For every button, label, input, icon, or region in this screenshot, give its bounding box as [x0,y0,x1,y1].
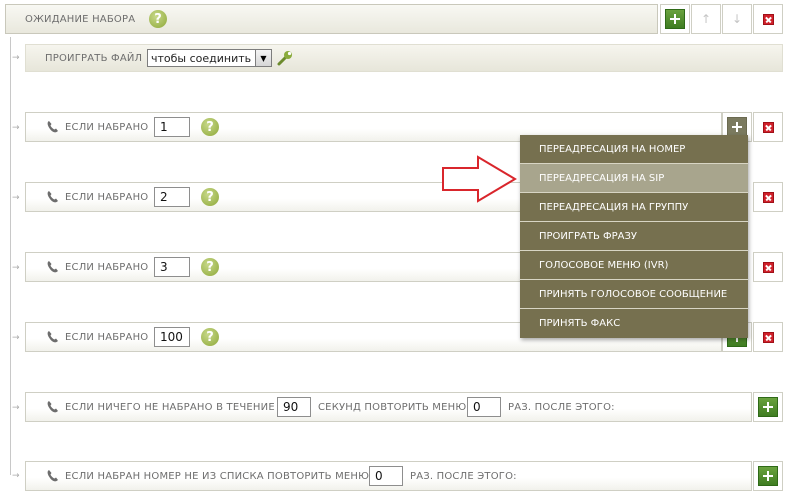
help-icon[interactable]: ? [201,258,219,276]
phone-icon [47,191,58,203]
delete-button[interactable] [753,322,783,352]
digit-input[interactable]: 100 [154,327,190,347]
timeout-row: ЕСЛИ НИЧЕГО НЕ НАБРАНО В ТЕЧЕНИЕ 90 СЕКУ… [25,392,752,422]
phone-icon [47,261,58,273]
arrow-down-icon: ↓ [731,12,743,26]
delete-button[interactable] [753,112,783,142]
timeout-seconds-input[interactable]: 90 [277,397,311,417]
connector-arrow: → [12,471,20,481]
delete-icon [762,121,774,133]
menu-item-forward-sip[interactable]: ПЕРЕАДРЕСАЦИЯ НА SIP [520,164,748,193]
move-down-button[interactable]: ↓ [722,4,752,34]
delete-button[interactable] [753,252,783,282]
help-icon[interactable]: ? [201,328,219,346]
phone-icon [47,401,58,413]
plus-icon [758,466,778,486]
arrow-up-icon: ↑ [700,12,712,26]
connector-arrow: → [12,123,20,133]
plus-icon [665,9,685,29]
connector-arrow: → [12,193,20,203]
menu-item-forward-number[interactable]: ПЕРЕАДРЕСАЦИЯ НА НОМЕР [520,135,748,164]
menu-item-voicemail[interactable]: ПРИНЯТЬ ГОЛОСОВОЕ СООБЩЕНИЕ [520,280,748,309]
help-icon[interactable]: ? [201,188,219,206]
plus-icon [758,397,778,417]
phone-icon [47,470,58,482]
header-title: ОЖИДАНИЕ НАБОРА [25,13,136,25]
connector-arrow: → [12,263,20,273]
play-file-selected: чтобы соединить [151,51,252,65]
delete-button[interactable] [753,182,783,212]
help-icon[interactable]: ? [201,118,219,136]
move-up-button[interactable]: ↑ [691,4,721,34]
invalid-after-label: РАЗ. ПОСЛЕ ЭТОГО: [410,470,517,482]
digit-row-label: ЕСЛИ НАБРАНО [65,191,149,203]
delete-icon [762,13,774,25]
timeout-repeat-input[interactable]: 0 [467,397,501,417]
connector-arrow: → [12,403,20,413]
header-bar: ОЖИДАНИЕ НАБОРА ? [5,4,658,34]
delete-icon [762,331,774,343]
connector-arrow: → [12,53,20,63]
digit-row-label: ЕСЛИ НАБРАНО [65,121,149,133]
delete-icon [762,261,774,273]
play-file-select[interactable]: чтобы соединить ▼ [147,49,272,67]
timeout-after-label: РАЗ. ПОСЛЕ ЭТОГО: [508,401,615,413]
menu-item-ivr[interactable]: ГОЛОСОВОЕ МЕНЮ (IVR) [520,251,748,280]
phone-icon [47,121,58,133]
connector-arrow: → [12,333,20,343]
tree-connector-line [10,37,11,475]
digit-input[interactable]: 2 [154,187,190,207]
menu-item-fax[interactable]: ПРИНЯТЬ ФАКС [520,309,748,338]
timeout-middle-label: СЕКУНД ПОВТОРИТЬ МЕНЮ [318,401,467,413]
timeout-label: ЕСЛИ НИЧЕГО НЕ НАБРАНО В ТЕЧЕНИЕ [65,401,275,413]
red-arrow-icon [442,155,517,203]
invalid-label: ЕСЛИ НАБРАН НОМЕР НЕ ИЗ СПИСКА ПОВТОРИТЬ… [65,470,370,482]
digit-row-label: ЕСЛИ НАБРАНО [65,331,149,343]
digit-row-label: ЕСЛИ НАБРАНО [65,261,149,273]
add-action-button[interactable] [753,461,783,491]
add-action-button[interactable] [753,392,783,422]
delete-button[interactable] [753,4,783,34]
invalid-repeat-input[interactable]: 0 [369,466,403,486]
plus-icon [727,117,747,137]
delete-icon [762,191,774,203]
play-file-row: ПРОИГРАТЬ ФАЙЛ [25,44,783,72]
digit-input[interactable]: 1 [154,117,190,137]
action-dropdown-menu: ПЕРЕАДРЕСАЦИЯ НА НОМЕР ПЕРЕАДРЕСАЦИЯ НА … [520,135,748,338]
add-button[interactable] [660,4,690,34]
phone-icon [47,331,58,343]
menu-item-play-phrase[interactable]: ПРОИГРАТЬ ФРАЗУ [520,222,748,251]
help-icon[interactable]: ? [149,10,167,28]
menu-item-forward-group[interactable]: ПЕРЕАДРЕСАЦИЯ НА ГРУППУ [520,193,748,222]
digit-input[interactable]: 3 [154,257,190,277]
chevron-down-icon[interactable]: ▼ [255,50,271,66]
wrench-icon[interactable] [276,49,294,67]
invalid-number-row: ЕСЛИ НАБРАН НОМЕР НЕ ИЗ СПИСКА ПОВТОРИТЬ… [25,461,752,491]
play-file-label: ПРОИГРАТЬ ФАЙЛ [45,52,143,64]
